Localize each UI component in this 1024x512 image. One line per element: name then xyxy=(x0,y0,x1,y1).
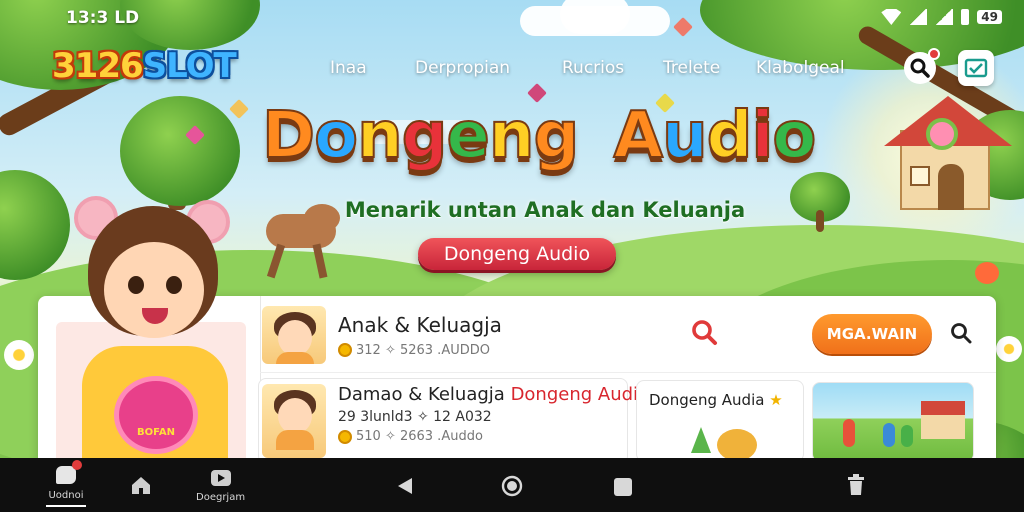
story-card-dog xyxy=(717,429,757,461)
story-card[interactable]: Dongeng Audia ★ xyxy=(636,380,804,462)
row-divider xyxy=(260,372,996,373)
nav-item-derpropian[interactable]: Derpropian xyxy=(415,58,510,78)
flower xyxy=(4,340,34,370)
item-thumbnail xyxy=(262,384,326,458)
list-item[interactable]: Anak & Keluagja 312 ✧ 5263 .AUDDO xyxy=(262,306,502,364)
chat-icon xyxy=(56,460,82,484)
hero-title-letter: u xyxy=(661,99,709,173)
hero-title-letter: g xyxy=(532,99,580,173)
notification-badge xyxy=(72,460,82,470)
cottage-window xyxy=(910,166,930,186)
tree-canopy xyxy=(0,170,70,280)
item-title: Anak & Keluagja xyxy=(338,312,502,337)
flower xyxy=(996,336,1022,362)
hero-cta-button[interactable]: Dongeng Audio xyxy=(418,238,616,270)
hero-title-letter: n xyxy=(356,99,404,173)
flower-wreath xyxy=(926,118,958,150)
nav-tab-uodnoi[interactable]: Uodnoi xyxy=(46,460,86,507)
logo-number: 3126 xyxy=(52,46,144,86)
nav-item-trelete[interactable]: Trelete xyxy=(663,58,720,78)
story-card-title: Dongeng Audia ★ xyxy=(649,391,783,409)
story-card-gnome xyxy=(691,427,711,453)
story-card-kids xyxy=(843,419,855,447)
cottage-door xyxy=(938,164,964,210)
item-meta-text: 510 ✧ 2663 .Auddo xyxy=(356,429,483,444)
signal-icon xyxy=(909,9,928,25)
nav-tab-doegrjam[interactable]: Doegrjam xyxy=(196,470,245,503)
nav-item-inaa[interactable]: Inaa xyxy=(330,58,367,78)
hero-title: Dongeng Audio xyxy=(261,103,817,169)
hero-title-letter: D xyxy=(261,99,316,173)
search-icon[interactable] xyxy=(690,318,718,346)
coin-icon xyxy=(338,343,352,357)
item-title-part: Damao & Keluagja xyxy=(338,384,505,405)
active-tab-indicator xyxy=(46,505,86,507)
app-logo[interactable]: 3126SLOT xyxy=(52,46,237,86)
hero-title-letter: o xyxy=(771,99,817,173)
toy-drum-label: BOFAN xyxy=(137,426,175,438)
battery-level: 49 xyxy=(977,10,1002,24)
nav-tab-label: Uodnoi xyxy=(48,490,84,501)
item-meta: 312 ✧ 5263 .AUDDO xyxy=(338,343,502,358)
item-sub: 29 3lunld3 ✧ 12 A032 xyxy=(338,409,492,425)
hero-title-letter: g xyxy=(401,99,449,173)
status-time: 13:3 LD xyxy=(66,8,140,28)
trash-icon[interactable] xyxy=(846,474,866,496)
header-app-button[interactable] xyxy=(958,50,994,86)
hero-title-letter: d xyxy=(706,99,754,173)
wifi-icon xyxy=(881,9,902,25)
story-card-kids xyxy=(883,423,895,447)
hero-title-letter: A xyxy=(613,99,665,173)
check-mail-icon xyxy=(964,58,988,78)
deer-head xyxy=(304,204,340,232)
recents-icon[interactable] xyxy=(614,478,632,496)
signal-icon xyxy=(935,9,954,25)
girl-eye xyxy=(166,276,182,294)
header-search-button[interactable] xyxy=(904,48,940,84)
status-bar: 13:3 LD 49 xyxy=(0,0,1024,34)
nav-item-klabolgeal[interactable]: Klabolgeal xyxy=(756,58,845,78)
tree-trunk xyxy=(816,210,824,232)
item-thumbnail xyxy=(262,306,326,364)
hero-title-letter: e xyxy=(445,99,490,173)
search-icon[interactable] xyxy=(950,322,972,344)
item-title-highlight: Dongeng Audi xyxy=(510,384,639,405)
back-icon[interactable] xyxy=(396,476,414,496)
star-icon: ★ xyxy=(769,391,783,409)
nav-tab-label: Doegrjam xyxy=(196,492,246,503)
story-card-house xyxy=(921,401,965,439)
girl-eye xyxy=(128,276,144,294)
notification-badge xyxy=(928,48,940,60)
story-card[interactable] xyxy=(812,382,974,462)
hero-title-word1: Dongeng xyxy=(261,99,580,173)
nav-item-rucrios[interactable]: Rucrios xyxy=(562,58,624,78)
item-meta-text: 312 ✧ 5263 .AUDDO xyxy=(356,342,490,358)
story-card-kids xyxy=(901,425,913,447)
item-meta: 510 ✧ 2663 .Auddo xyxy=(338,429,638,444)
tree-canopy xyxy=(120,96,240,206)
toy-drum: BOFAN xyxy=(114,376,198,454)
video-icon xyxy=(210,470,231,486)
sparkle-diamond xyxy=(229,99,249,119)
girl-illustration: BOFAN xyxy=(70,196,240,458)
hero-title-letter: n xyxy=(488,99,536,173)
hero-title-word2: Audio xyxy=(613,99,818,173)
list-item[interactable]: Damao & Keluagja Dongeng Audi 29 3lunld3… xyxy=(262,384,638,458)
nav-tab-home[interactable] xyxy=(130,474,152,496)
battery-saver-icon xyxy=(961,9,970,25)
story-card-title-text: Dongeng Audia xyxy=(649,391,765,409)
hero-title-letter: i xyxy=(750,99,774,173)
item-title: Damao & Keluagja Dongeng Audi xyxy=(338,384,638,405)
flower xyxy=(975,262,999,284)
search-icon xyxy=(910,58,930,78)
home-circle-icon[interactable] xyxy=(500,474,524,498)
home-icon xyxy=(132,477,150,494)
bottom-navigation: Uodnoi Doegrjam xyxy=(0,458,1024,512)
status-icons: 49 xyxy=(881,9,1002,25)
hero-title-letter: o xyxy=(313,99,359,173)
coin-icon xyxy=(338,429,352,444)
play-button[interactable]: MGA.WAIN xyxy=(812,314,932,354)
logo-slot-text: SLOT xyxy=(142,46,237,86)
hero-subtitle: Menarik untan Anak dan Keluanja xyxy=(344,198,746,222)
